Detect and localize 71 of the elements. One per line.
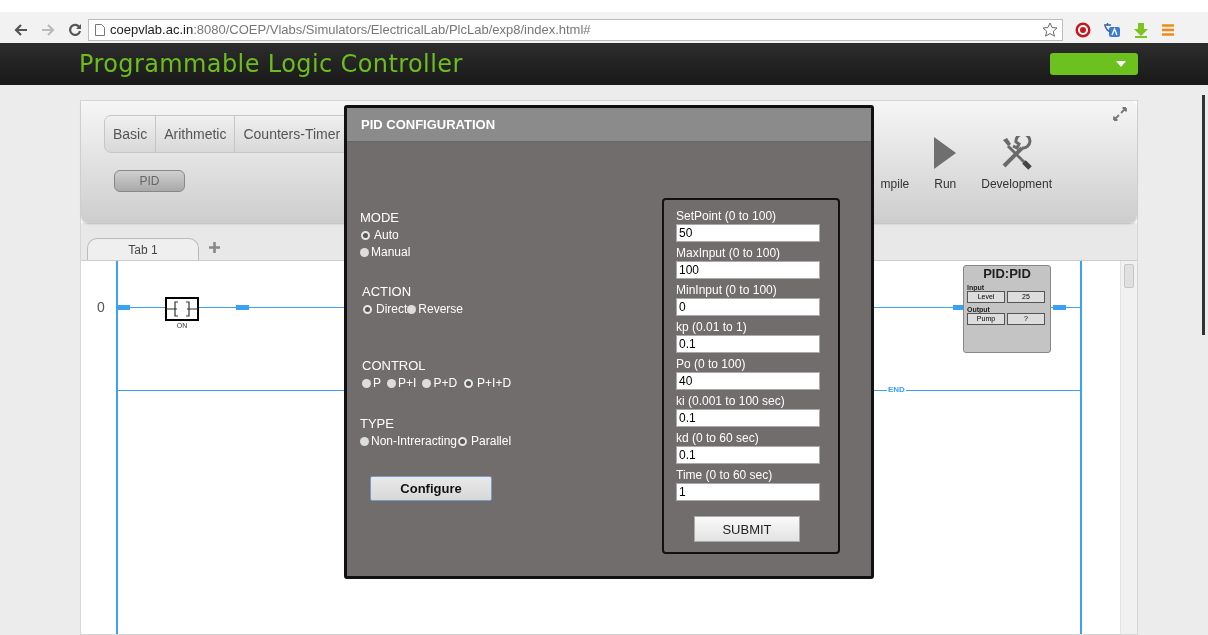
- input-field[interactable]: 0.1: [676, 409, 820, 427]
- wire-node: [117, 305, 130, 310]
- wire-node: [1053, 305, 1066, 310]
- group-label: TYPE: [360, 416, 395, 431]
- radio-button[interactable]: [360, 247, 369, 257]
- run-button[interactable]: Run: [934, 177, 957, 191]
- group-label: ACTION: [362, 284, 413, 299]
- field-label: kd (0 to 60 sec): [676, 431, 760, 446]
- configure-button[interactable]: Configure: [370, 476, 492, 501]
- radio-label[interactable]: P+I+D: [477, 376, 512, 390]
- input-field[interactable]: 0.1: [676, 446, 820, 464]
- category-tab[interactable]: Basic: [105, 116, 157, 152]
- group-label: MODE: [360, 210, 400, 225]
- field-label: Po (0 to 100): [676, 357, 747, 372]
- play-icon: [933, 136, 958, 170]
- toolbar-label: mpile: [880, 177, 910, 191]
- app-title: Programmable Logic Controller: [79, 50, 463, 78]
- radio-label[interactable]: Non-Intreracting: [371, 434, 458, 448]
- field-label: ki (0.001 to 100 sec): [676, 394, 786, 409]
- radio-button[interactable]: [362, 378, 371, 388]
- back-icon[interactable]: [14, 23, 28, 36]
- stop-sign-icon[interactable]: [1075, 21, 1091, 38]
- group-label: CONTROL: [362, 358, 427, 373]
- scrollbar-thumb[interactable]: [1124, 264, 1134, 288]
- input-field[interactable]: 40: [676, 372, 820, 390]
- field-label: kp (0.01 to 1): [676, 320, 748, 335]
- radio-label[interactable]: Direct: [376, 302, 408, 316]
- radio-button[interactable]: [464, 378, 474, 388]
- dialog-title: PID CONFIGURATION: [361, 117, 496, 132]
- radio-button[interactable]: [458, 436, 468, 446]
- input-field[interactable]: 0.1: [676, 335, 820, 353]
- radio-button[interactable]: [422, 378, 432, 388]
- page-icon: [95, 23, 105, 36]
- input-field[interactable]: 1: [676, 483, 820, 501]
- menu-icon[interactable]: [1161, 22, 1175, 37]
- wire-node: [236, 305, 249, 310]
- input-field[interactable]: 100: [676, 261, 820, 279]
- address-field[interactable]: coepvlab.ac.in:8080/COEP/Vlabs/Simulators/ElectricalLab/PlcLab/exp8/index.html#: [88, 18, 1063, 41]
- radio-label[interactable]: Reverse: [418, 302, 464, 316]
- radio-label[interactable]: P+D: [433, 376, 458, 390]
- field-label: MinInput (0 to 100): [676, 283, 778, 298]
- radio-button[interactable]: [363, 304, 372, 314]
- radio-label[interactable]: P: [373, 376, 381, 390]
- field-label: MaxInput (0 to 100): [676, 246, 782, 261]
- reload-icon[interactable]: [68, 22, 82, 37]
- input-field[interactable]: 0: [676, 298, 820, 316]
- scrollbar[interactable]: [1120, 261, 1137, 634]
- radio-label[interactable]: Manual: [371, 245, 411, 259]
- expand-icon[interactable]: [1113, 107, 1127, 121]
- radio-button[interactable]: [407, 304, 417, 314]
- input-field[interactable]: 50: [676, 224, 820, 242]
- radio-button[interactable]: [387, 378, 396, 388]
- radio-label[interactable]: Parallel: [471, 434, 512, 448]
- radio-label[interactable]: Auto: [374, 228, 399, 242]
- radio-label[interactable]: P+I: [398, 376, 417, 390]
- add-tab-icon[interactable]: [209, 242, 220, 253]
- block-title: PID:PID: [982, 266, 1032, 281]
- caret-icon: [1116, 61, 1126, 67]
- field-label: Time (0 to 60 sec): [676, 468, 774, 483]
- end-label: END: [887, 385, 906, 394]
- bookmark-star-icon[interactable]: [1042, 21, 1058, 38]
- radio-button[interactable]: [361, 230, 370, 240]
- rung-number: 0: [97, 299, 105, 315]
- translate-icon[interactable]: [1103, 21, 1121, 38]
- category-tab[interactable]: Arithmetic: [156, 116, 236, 152]
- radio-button[interactable]: [360, 436, 369, 446]
- submit-button[interactable]: SUBMIT: [694, 516, 800, 542]
- field-label: SetPoint (0 to 100): [676, 209, 778, 224]
- contact-icon[interactable]: [165, 297, 199, 321]
- development-button[interactable]: Development: [981, 177, 1052, 191]
- program-tab[interactable]: Tab 1: [87, 238, 199, 260]
